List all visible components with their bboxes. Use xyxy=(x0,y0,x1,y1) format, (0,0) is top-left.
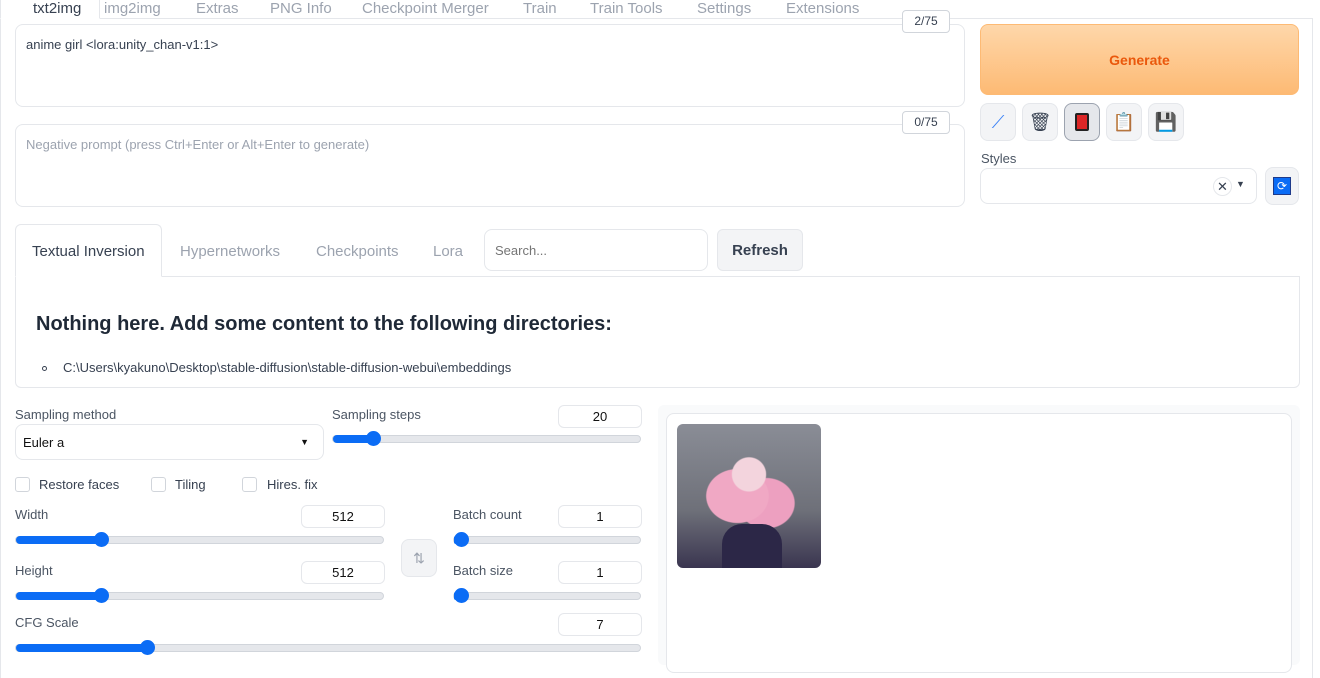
tab-extras[interactable]: Extras xyxy=(196,0,239,18)
batch-count-label: Batch count xyxy=(453,507,522,522)
styles-label: Styles xyxy=(981,151,1017,166)
clear-icon[interactable]: ✕ xyxy=(1213,177,1232,196)
tab-checkpoint-merger[interactable]: Checkpoint Merger xyxy=(362,0,489,18)
sampling-steps-label: Sampling steps xyxy=(332,407,421,422)
tab-png-info[interactable]: PNG Info xyxy=(270,0,332,18)
batch-size-label: Batch size xyxy=(453,563,513,578)
extra-networks-panel: Nothing here. Add some content to the fo… xyxy=(15,276,1300,388)
directory-item: C:\Users\kyakuno\Desktop\stable-diffusio… xyxy=(63,360,512,375)
batch-count-input[interactable]: 1 xyxy=(558,505,642,528)
tab-settings[interactable]: Settings xyxy=(697,0,751,18)
refresh-styles-button[interactable]: ⟳ xyxy=(1265,167,1299,205)
trash-icon[interactable]: 🗑 xyxy=(1022,103,1058,141)
batch-size-input[interactable]: 1 xyxy=(558,561,642,584)
cfg-scale-slider[interactable] xyxy=(15,640,641,655)
tab-hypernetworks[interactable]: Hypernetworks xyxy=(180,243,280,260)
width-label: Width xyxy=(15,507,49,522)
cfg-scale-input[interactable]: 7 xyxy=(558,613,642,636)
restore-faces-checkbox[interactable] xyxy=(15,477,30,492)
swap-dimensions-button[interactable]: ⇅ xyxy=(401,539,437,577)
swap-icon: ⇅ xyxy=(413,549,425,566)
negative-token-counter: 0/75 xyxy=(902,111,950,134)
width-slider-handle[interactable] xyxy=(93,532,109,547)
tiling-label: Tiling xyxy=(175,477,206,492)
tab-checkpoints[interactable]: Checkpoints xyxy=(316,243,399,260)
sampling-method-select[interactable]: Euler a ▼ xyxy=(15,424,324,460)
batch-size-slider-handle[interactable] xyxy=(454,588,469,603)
tab-extensions[interactable]: Extensions xyxy=(786,0,859,18)
height-slider-handle[interactable] xyxy=(93,588,109,603)
restore-faces-label: Restore faces xyxy=(39,477,120,492)
negative-prompt-input[interactable]: Negative prompt (press Ctrl+Enter or Alt… xyxy=(15,124,965,207)
main-tabs: txt2img img2img Extras PNG Info Checkpoi… xyxy=(0,0,1312,19)
prompt-input[interactable]: anime girl <lora:unity_chan-v1:1> xyxy=(15,24,965,107)
prompt-token-counter: 2/75 xyxy=(902,10,950,33)
batch-count-slider-handle[interactable] xyxy=(454,532,469,547)
cfg-scale-label: CFG Scale xyxy=(15,615,79,630)
floppy-disk-icon[interactable]: 💾 xyxy=(1148,103,1184,141)
cfg-scale-slider-fill xyxy=(16,644,148,652)
pencil-icon[interactable]: ⟋ xyxy=(980,103,1016,141)
batch-count-slider[interactable] xyxy=(453,532,641,547)
tab-train-tools[interactable]: Train Tools xyxy=(590,0,663,18)
tab-train[interactable]: Train xyxy=(523,0,557,18)
styles-dropdown[interactable]: ✕ ▼ xyxy=(980,168,1257,204)
height-slider-fill xyxy=(16,592,101,600)
tab-lora[interactable]: Lora xyxy=(433,243,463,260)
tab-img2img[interactable]: img2img xyxy=(104,0,161,18)
batch-size-slider[interactable] xyxy=(453,588,641,603)
refresh-icon: ⟳ xyxy=(1273,177,1291,195)
generated-image-thumbnail[interactable] xyxy=(677,424,821,568)
sampling-steps-input[interactable]: 20 xyxy=(558,405,642,428)
sampling-method-value: Euler a xyxy=(23,435,65,450)
tiling-checkbox[interactable] xyxy=(151,477,166,492)
clipboard-icon[interactable]: 📋 xyxy=(1106,103,1142,141)
chevron-down-icon: ▼ xyxy=(1236,179,1245,189)
width-slider-fill xyxy=(16,536,101,544)
empty-heading: Nothing here. Add some content to the fo… xyxy=(36,313,612,335)
chevron-down-icon: ▼ xyxy=(300,437,309,447)
width-slider[interactable] xyxy=(15,532,384,547)
sampling-steps-slider[interactable] xyxy=(332,431,641,446)
width-input[interactable]: 512 xyxy=(301,505,385,528)
height-slider[interactable] xyxy=(15,588,384,603)
tab-textual-inversion[interactable]: Textual Inversion xyxy=(32,243,145,260)
hires-fix-label: Hires. fix xyxy=(267,477,318,492)
height-input[interactable]: 512 xyxy=(301,561,385,584)
tab-txt2img[interactable]: txt2img xyxy=(0,0,101,19)
refresh-button[interactable]: Refresh xyxy=(717,229,803,271)
height-label: Height xyxy=(15,563,53,578)
search-input[interactable] xyxy=(484,229,708,271)
hires-fix-checkbox[interactable] xyxy=(242,477,257,492)
generate-button[interactable]: Generate xyxy=(980,24,1299,95)
sampling-method-label: Sampling method xyxy=(15,407,117,422)
output-gallery xyxy=(666,413,1292,673)
red-card-icon[interactable] xyxy=(1064,103,1100,141)
